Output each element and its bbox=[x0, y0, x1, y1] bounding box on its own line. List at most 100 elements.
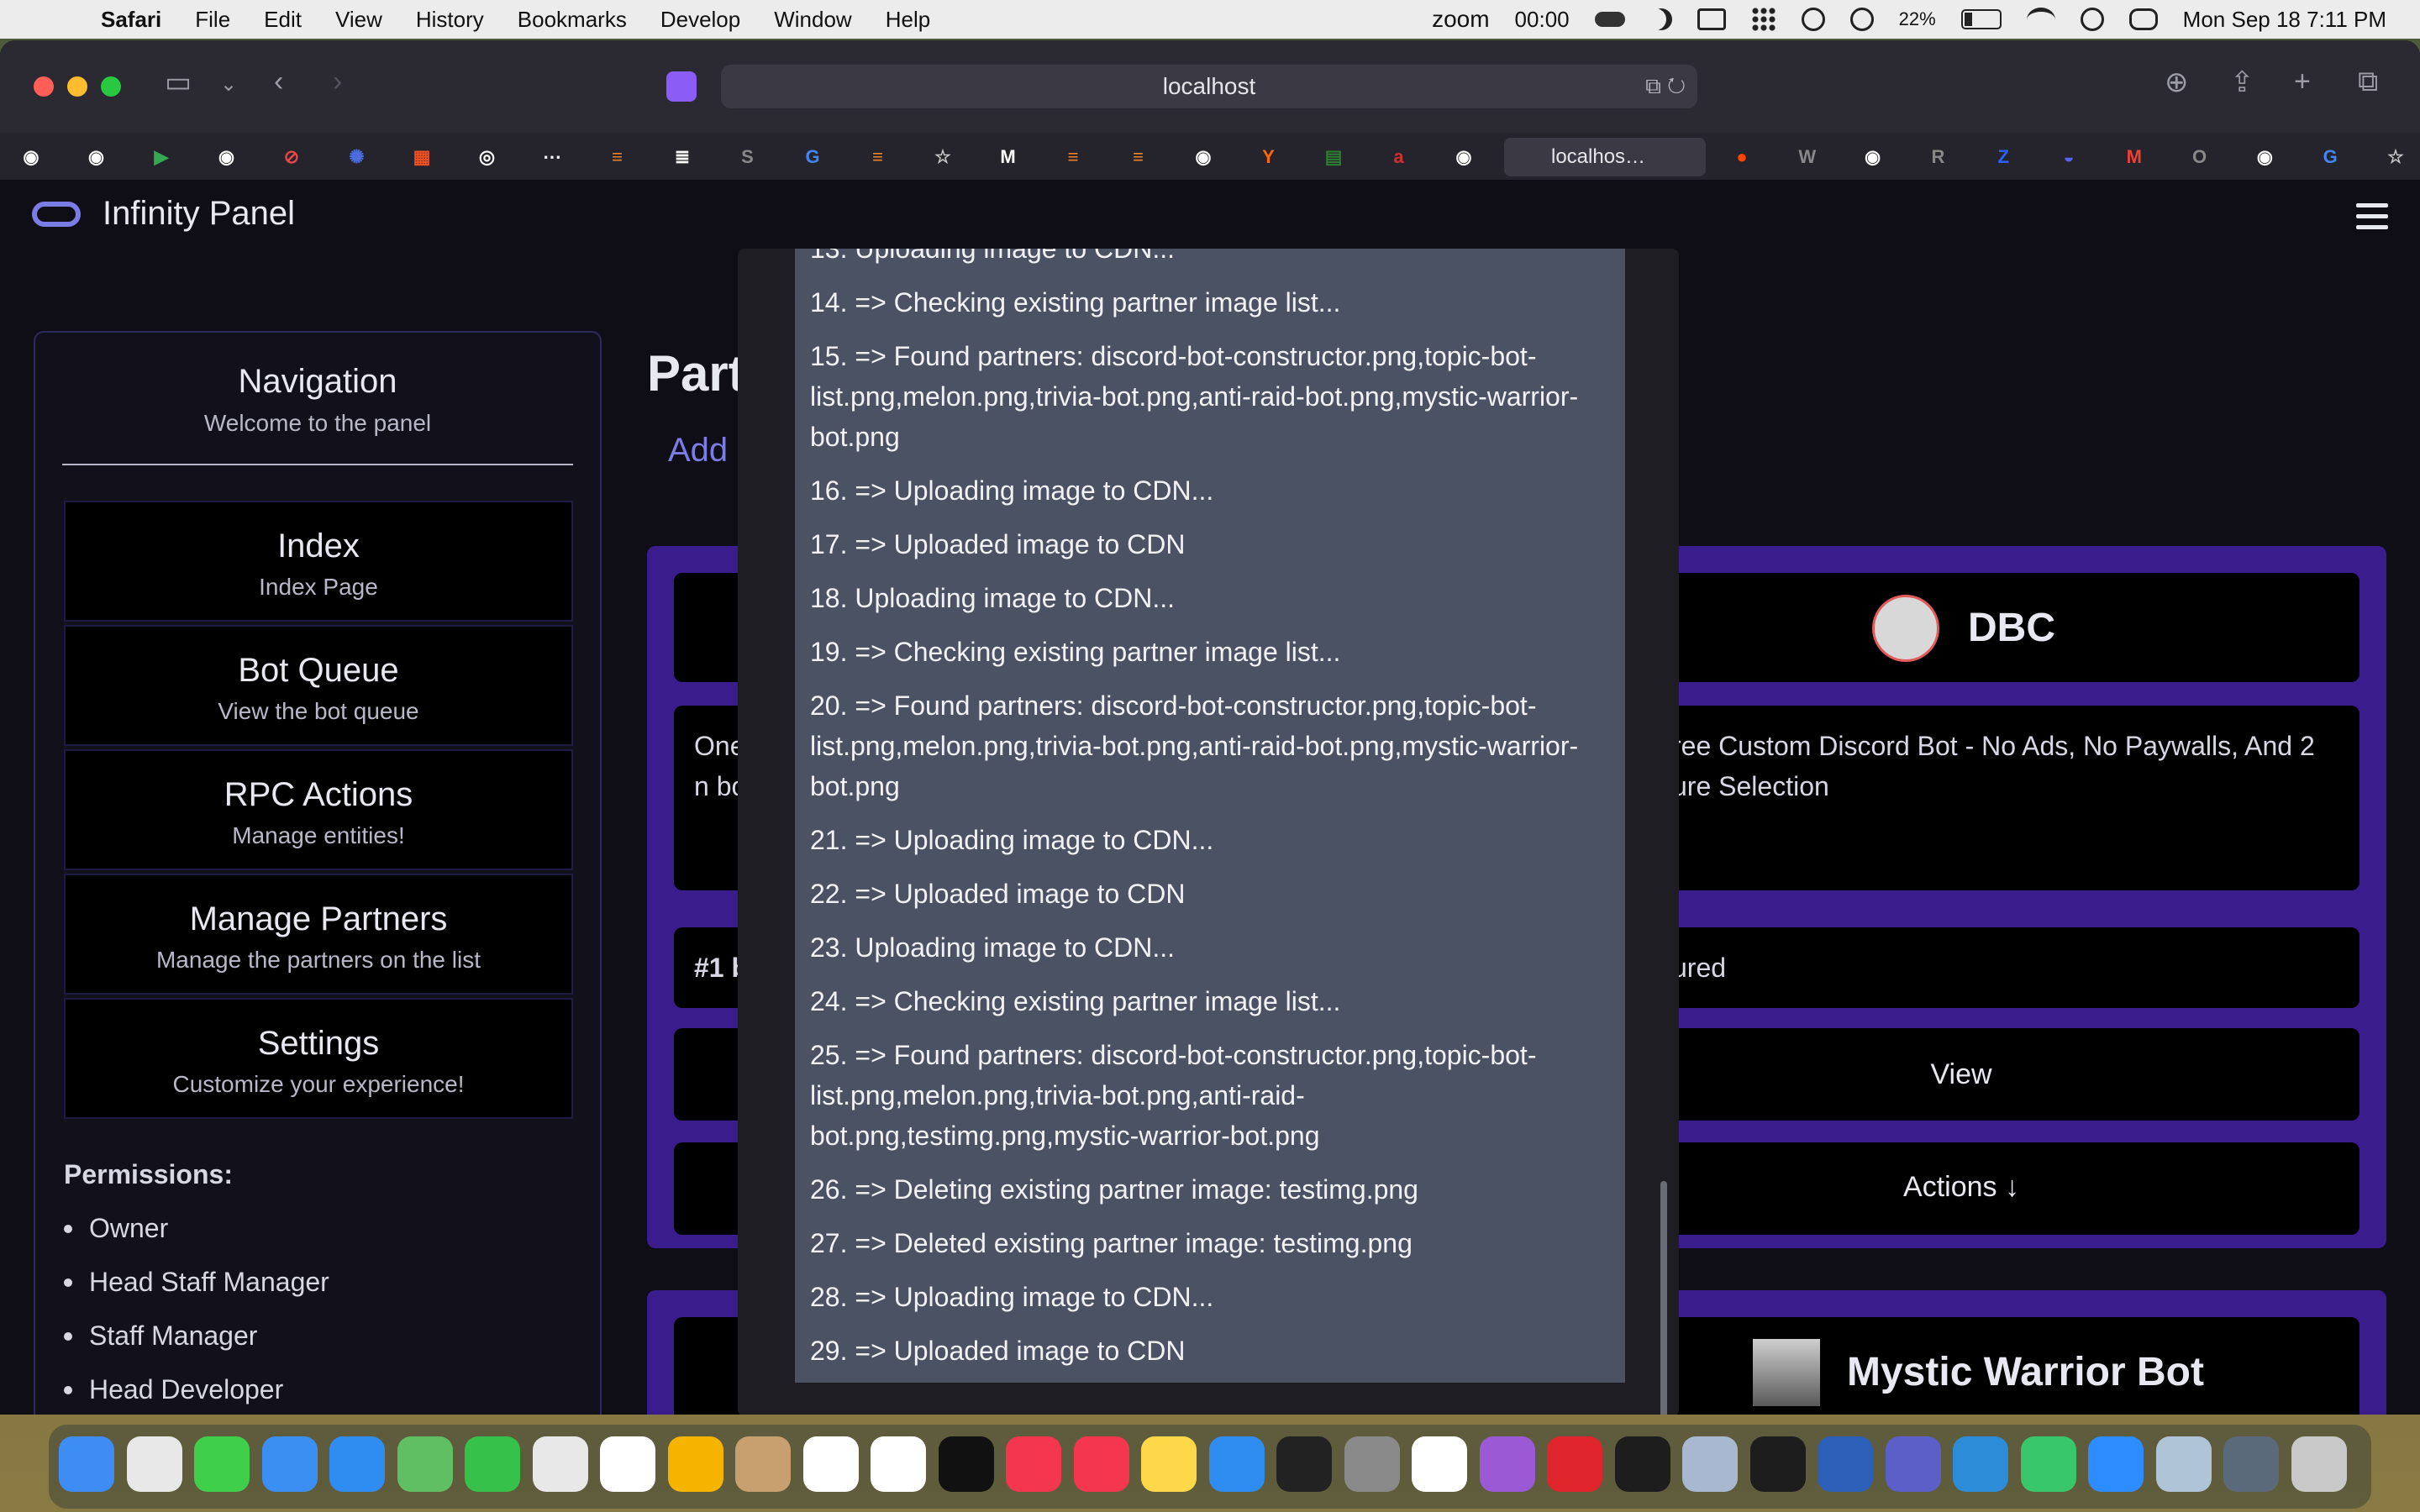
grid-icon[interactable] bbox=[1750, 7, 1776, 32]
stackoverflow-icon[interactable]: ≡ bbox=[1059, 143, 1087, 171]
nav-item-settings[interactable]: Settings Customize your experience! bbox=[64, 998, 573, 1119]
gmail-icon[interactable]: M bbox=[2120, 143, 2149, 171]
teams-icon[interactable] bbox=[1885, 1436, 1941, 1492]
add-partner-link[interactable]: Add bbox=[668, 432, 728, 470]
terminal-icon[interactable] bbox=[1614, 1436, 1670, 1492]
safari-icon[interactable] bbox=[329, 1436, 385, 1492]
menu-file[interactable]: File bbox=[195, 7, 230, 33]
github-icon[interactable]: ◉ bbox=[2250, 143, 2279, 171]
menu-datetime[interactable]: Mon Sep 18 7:11 PM bbox=[2183, 7, 2386, 33]
reddit-alien-icon[interactable]: ◎ bbox=[473, 143, 502, 171]
ycombinator-icon[interactable]: Y bbox=[1255, 143, 1283, 171]
github-icon[interactable]: ◉ bbox=[1859, 143, 1887, 171]
zoom-icon[interactable] bbox=[2088, 1436, 2144, 1492]
stackoverflow-icon[interactable]: ≡ bbox=[1124, 143, 1153, 171]
chrome-icon[interactable] bbox=[532, 1436, 588, 1492]
menu-bookmarks[interactable]: Bookmarks bbox=[518, 7, 627, 33]
maximize-window-button[interactable] bbox=[101, 76, 121, 97]
github-icon[interactable]: ◉ bbox=[1189, 143, 1218, 171]
w-icon[interactable]: W bbox=[1793, 143, 1822, 171]
active-tab[interactable]: localhos… bbox=[1504, 138, 1706, 176]
trash-icon[interactable] bbox=[2291, 1436, 2347, 1492]
cloud-icon[interactable] bbox=[1594, 12, 1625, 27]
freeform-icon[interactable] bbox=[871, 1436, 926, 1492]
nav-item-index[interactable]: Index Index Page bbox=[64, 501, 573, 622]
time-machine-icon[interactable] bbox=[1801, 8, 1825, 31]
stackoverflow-icon[interactable]: ≡ bbox=[864, 143, 892, 171]
google-icon[interactable]: G bbox=[798, 143, 827, 171]
menu-help[interactable]: Help bbox=[886, 7, 930, 33]
calendar-icon[interactable] bbox=[600, 1436, 655, 1492]
launchpad-icon[interactable] bbox=[126, 1436, 182, 1492]
notes-icon[interactable] bbox=[1141, 1436, 1197, 1492]
brand[interactable]: Infinity Panel bbox=[32, 195, 295, 233]
facetime-icon[interactable] bbox=[465, 1436, 520, 1492]
nav-item-bot-queue[interactable]: Bot Queue View the bot queue bbox=[64, 625, 573, 746]
tab-group-icon[interactable] bbox=[666, 71, 697, 102]
minimize-window-button[interactable] bbox=[67, 76, 87, 97]
search-icon[interactable] bbox=[2080, 8, 2104, 31]
z-icon[interactable]: Z bbox=[1989, 143, 2018, 171]
o-icon[interactable]: O bbox=[2186, 143, 2214, 171]
feedback-icon[interactable] bbox=[1479, 1436, 1535, 1492]
mail-icon[interactable] bbox=[261, 1436, 318, 1492]
menu-history[interactable]: History bbox=[416, 7, 484, 33]
appstore-icon[interactable] bbox=[1208, 1436, 1265, 1492]
bracket-a-icon[interactable]: a bbox=[1385, 143, 1413, 171]
close-window-button[interactable] bbox=[34, 76, 54, 97]
music-icon[interactable] bbox=[1006, 1436, 1061, 1492]
star-icon[interactable]: ☆ bbox=[2381, 143, 2410, 171]
menu-edit[interactable]: Edit bbox=[264, 7, 302, 33]
downloads-icon[interactable]: ⊕ bbox=[2165, 66, 2189, 99]
system-settings-icon[interactable] bbox=[1344, 1436, 1400, 1492]
menu-window[interactable]: Window bbox=[774, 7, 851, 33]
stackoverflow-icon[interactable]: ≡ bbox=[603, 143, 632, 171]
zoom-status[interactable]: zoom bbox=[1432, 6, 1489, 33]
github-icon[interactable]: ◉ bbox=[82, 143, 111, 171]
nav-item-rpc-actions[interactable]: RPC Actions Manage entities! bbox=[64, 749, 573, 870]
clock-icon[interactable] bbox=[1412, 1436, 1467, 1492]
wifi-icon[interactable] bbox=[2026, 7, 2055, 32]
moon-icon[interactable] bbox=[1650, 8, 1672, 30]
menu-app-name[interactable]: Safari bbox=[101, 7, 161, 33]
reminders-icon[interactable] bbox=[802, 1436, 859, 1492]
finder-icon[interactable] bbox=[59, 1436, 114, 1492]
nav-item-manage-partners[interactable]: Manage Partners Manage the partners on t… bbox=[64, 874, 573, 995]
star-icon[interactable]: ☆ bbox=[929, 143, 957, 171]
screenshots-icon[interactable] bbox=[2223, 1436, 2279, 1492]
sheet-icon[interactable]: ▤ bbox=[1319, 143, 1348, 171]
appletv-icon[interactable] bbox=[938, 1436, 994, 1492]
s-icon[interactable]: S bbox=[734, 143, 762, 171]
r-icon[interactable]: R bbox=[1923, 143, 1952, 171]
creative-cloud-icon[interactable] bbox=[1547, 1436, 1602, 1492]
contacts-icon[interactable] bbox=[735, 1436, 791, 1492]
word-icon[interactable] bbox=[1818, 1436, 1873, 1492]
menu-view[interactable]: View bbox=[335, 7, 382, 33]
m-icon[interactable]: M bbox=[994, 143, 1023, 171]
meet-icon[interactable]: ▶ bbox=[147, 143, 176, 171]
discord-icon[interactable]: ◒ bbox=[2054, 143, 2083, 171]
control-center-icon[interactable] bbox=[2128, 8, 2158, 30]
photos-icon[interactable] bbox=[667, 1436, 723, 1492]
activity-monitor-icon[interactable] bbox=[1276, 1436, 1332, 1492]
hamburger-menu-icon[interactable] bbox=[2356, 203, 2388, 236]
doc-icon[interactable]: ≣ bbox=[668, 143, 697, 171]
gear-badge-icon[interactable]: ✺ bbox=[343, 143, 371, 171]
voice-memos-icon[interactable] bbox=[1749, 1436, 1806, 1492]
menu-develop[interactable]: Develop bbox=[660, 7, 740, 33]
battery-icon[interactable] bbox=[1960, 9, 2002, 29]
display-icon[interactable] bbox=[1697, 8, 1726, 30]
downloads-icon[interactable] bbox=[2155, 1436, 2212, 1492]
new-tab-icon[interactable]: + bbox=[2294, 66, 2311, 98]
news-icon[interactable] bbox=[1073, 1436, 1129, 1492]
reload-icon[interactable]: ⧉ ↻ bbox=[1645, 73, 1686, 100]
github-icon[interactable]: ◉ bbox=[17, 143, 45, 171]
github-icon[interactable]: ◉ bbox=[1449, 143, 1478, 171]
log-scrollbar[interactable] bbox=[1660, 1181, 1667, 1415]
forward-icon[interactable]: › bbox=[333, 66, 342, 98]
dots-icon[interactable]: ⋯ bbox=[538, 143, 566, 171]
sidebar-toggle-icon[interactable]: ▭ bbox=[165, 66, 192, 99]
tab-overview-icon[interactable]: ⧉ bbox=[2358, 66, 2378, 98]
github-icon[interactable]: ◉ bbox=[213, 143, 241, 171]
google-icon[interactable]: G bbox=[2316, 143, 2344, 171]
